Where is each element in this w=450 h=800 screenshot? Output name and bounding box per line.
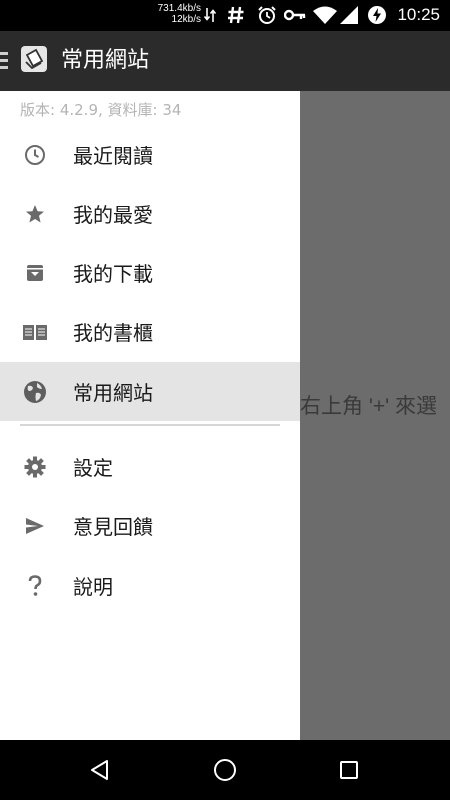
menu-icon[interactable] [0, 52, 8, 74]
upload-speed: 12kb/s [171, 14, 201, 25]
empty-hint-text: 右上角 '+' 來選 [300, 395, 437, 418]
drawer-item-label: 我的最愛 [73, 203, 153, 227]
navigation-drawer: 版本: 4.2.9, 資料庫: 34 最近閱讀 我的最愛 我的下載 我的書櫃 常… [0, 91, 300, 740]
hashtag-icon [226, 4, 246, 26]
drawer-item-settings[interactable]: 設定 [0, 437, 300, 496]
cell-signal-icon [339, 4, 359, 26]
download-box-icon [22, 260, 48, 286]
download-speed: 731.4kb/s [157, 3, 201, 14]
drawer-item-bookshelf[interactable]: 我的書櫃 [0, 302, 300, 361]
app-logo-icon [21, 46, 47, 72]
version-info: 版本: 4.2.9, 資料庫: 34 [20, 101, 182, 119]
drawer-item-label: 我的書櫃 [73, 321, 153, 345]
drawer-item-websites[interactable]: 常用網站 [0, 362, 300, 421]
battery-charging-icon [366, 4, 388, 26]
system-nav-bar [0, 740, 450, 800]
alarm-icon [256, 4, 278, 26]
drawer-item-help[interactable]: 說明 [0, 556, 300, 615]
clock-icon [22, 142, 48, 168]
globe-icon [22, 379, 48, 405]
send-icon [22, 513, 48, 539]
drawer-item-label: 最近閱讀 [73, 144, 153, 168]
data-transfer-icon [203, 4, 217, 26]
gear-icon [22, 454, 48, 480]
vpn-key-icon [284, 4, 306, 26]
back-button[interactable] [85, 755, 115, 785]
home-button[interactable] [210, 755, 240, 785]
network-speed: 731.4kb/s 12kb/s [158, 3, 201, 25]
drawer-item-label: 我的下載 [73, 262, 153, 286]
book-icon [22, 319, 48, 345]
drawer-item-feedback[interactable]: 意見回饋 [0, 496, 300, 555]
recents-button[interactable] [334, 755, 364, 785]
star-icon [22, 201, 48, 227]
status-bar: 731.4kb/s 12kb/s 10:25 [0, 0, 450, 31]
drawer-item-label: 設定 [73, 456, 113, 480]
drawer-item-label: 常用網站 [73, 381, 153, 405]
drawer-item-label: 意見回饋 [73, 515, 153, 539]
question-icon [22, 573, 48, 599]
drawer-item-recent[interactable]: 最近閱讀 [0, 125, 300, 184]
clock: 10:25 [397, 5, 440, 24]
drawer-item-favorites[interactable]: 我的最愛 [0, 184, 300, 243]
drawer-item-downloads[interactable]: 我的下載 [0, 243, 300, 302]
wifi-icon [313, 4, 337, 26]
drawer-divider [20, 424, 280, 426]
toolbar-title: 常用網站 [61, 48, 150, 73]
drawer-item-label: 說明 [73, 575, 113, 599]
